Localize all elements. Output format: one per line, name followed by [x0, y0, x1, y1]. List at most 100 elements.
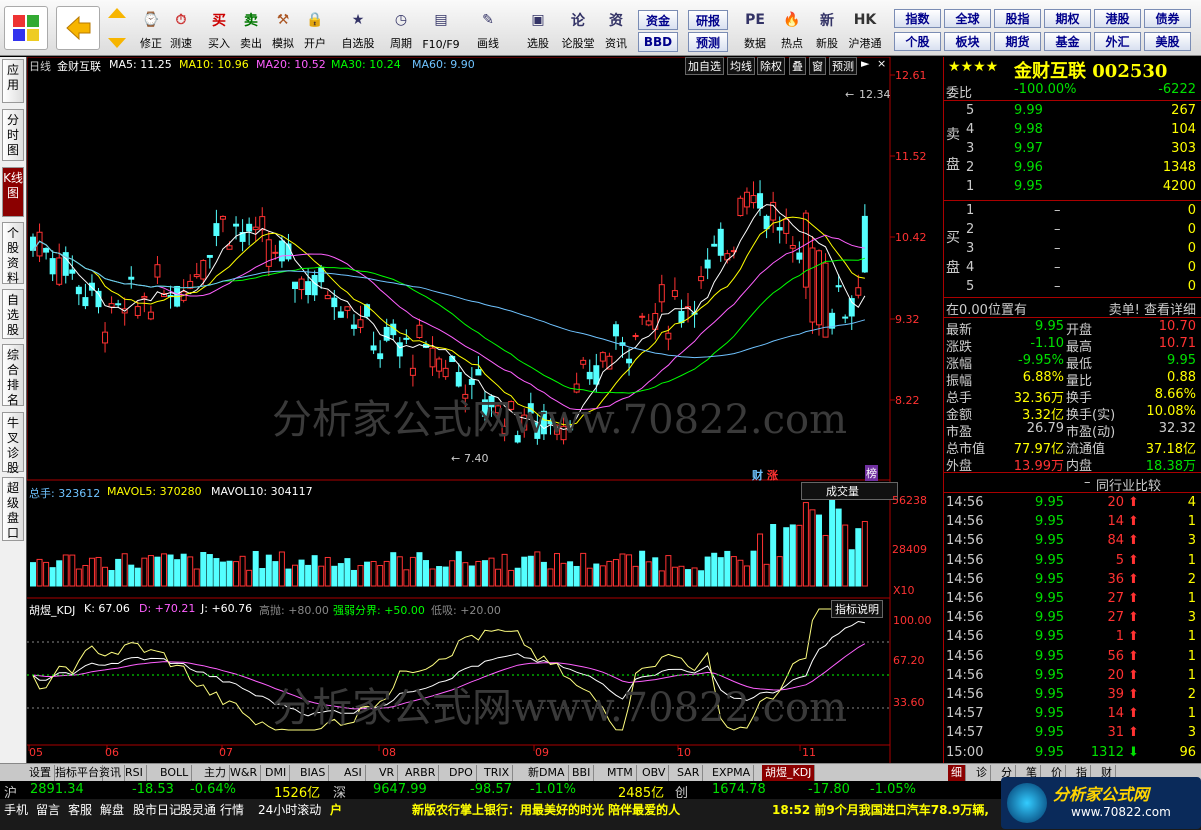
chart-top-btn-2[interactable]: 除权	[757, 57, 785, 75]
mavol5-label: MAVOL5: 370280	[107, 485, 202, 498]
indicator-tab-17[interactable]: OBV	[639, 765, 670, 781]
news-ticker-2[interactable]: 18:52 前9个月我国进口汽车78.9万辆,	[772, 801, 989, 818]
quick-btn-0[interactable]: 指数	[894, 9, 941, 28]
quick-btn-6[interactable]: 个股	[894, 32, 941, 51]
menu-logo-button[interactable]	[4, 6, 48, 50]
back-button[interactable]	[56, 6, 100, 50]
indicator-tab-4[interactable]: BOLL	[157, 765, 193, 781]
indicator-tab-7[interactable]: DMI	[262, 765, 291, 781]
toolbar-btn-3[interactable]: 卖卖出	[236, 4, 266, 54]
indicator-tab-9[interactable]: ASI	[341, 765, 366, 781]
quick-btn-label: 全球	[955, 12, 980, 26]
fund-button[interactable]: 资金	[638, 10, 678, 30]
toolbar-btn-16[interactable]: HK 沪港通	[845, 4, 885, 54]
indicator-tab-12[interactable]: DPO	[446, 765, 477, 781]
quick-btn-1[interactable]: 全球	[944, 9, 991, 28]
side-tab-1[interactable]: 分时图	[2, 109, 24, 161]
toolbar-btn-0[interactable]: ⌚ 修正	[136, 4, 166, 54]
chart-top-btn-1[interactable]: 均线	[727, 57, 755, 75]
indicator-tab-16[interactable]: MTM	[604, 765, 637, 781]
quick-btn-7[interactable]: 板块	[944, 32, 991, 51]
tick-time: 14:56	[946, 629, 984, 645]
toolbar-btn-9[interactable]: ✎ 画线	[468, 4, 508, 54]
tick-volume: 39	[1107, 687, 1124, 702]
status-link-3[interactable]: 解盘	[100, 801, 124, 818]
scroll-updown[interactable]	[106, 6, 128, 50]
news-ticker[interactable]: 新版农行掌上银行：用最美好的时光 陪伴最爱的人	[412, 801, 680, 818]
volume-bar	[573, 565, 580, 587]
quick-btn-4[interactable]: 港股	[1094, 9, 1141, 28]
toolbar-btn-4[interactable]: ⚒ 模拟	[268, 4, 298, 54]
quick-btn-8[interactable]: 期货	[994, 32, 1041, 51]
forecast-button[interactable]: 预测	[688, 32, 728, 52]
status-link-7[interactable]: 24小时滚动	[258, 801, 321, 818]
chart-top-btn-5[interactable]: 预测	[829, 57, 857, 75]
toolbar-btn-2[interactable]: 买买入	[204, 4, 234, 54]
indicator-tab-3[interactable]: RSI	[122, 765, 147, 781]
toolbar-btn-11[interactable]: 论论股堂	[558, 4, 598, 54]
indicator-tab-13[interactable]: TRIX	[481, 765, 514, 781]
research-button[interactable]: 研报	[688, 10, 728, 30]
indicator-tab-20[interactable]: 胡煜_KDJ	[762, 765, 816, 781]
side-tab-5[interactable]: 综合排名	[2, 344, 24, 407]
side-tab-6[interactable]: 牛叉诊股	[2, 412, 24, 475]
toolbar-btn-6[interactable]: ★ 自选股	[336, 4, 380, 54]
indicator-tab-11[interactable]: ARBR	[402, 765, 440, 781]
quick-btn-3[interactable]: 期权	[1044, 9, 1091, 28]
toolbar-btn-1[interactable]: ⏱ 测速	[166, 4, 196, 54]
up-arrow-icon: ⬆	[1128, 571, 1139, 587]
toolbar-btn-8[interactable]: ▤ F10/F9	[421, 4, 461, 54]
toolbar-btn-14[interactable]: 🔥 热点	[776, 4, 808, 54]
indicator-tab-2[interactable]: 资讯	[96, 765, 125, 781]
indicator-tab-14[interactable]: 新DMA	[525, 765, 569, 781]
bbd-button[interactable]: BBD	[638, 32, 678, 52]
indicator-tab-15[interactable]: BBI	[569, 765, 595, 781]
status-link-6[interactable]: 行情	[220, 801, 244, 818]
indicator-tab-19[interactable]: EXPMA	[709, 765, 755, 781]
side-tab-3[interactable]: 个股资料	[2, 222, 24, 285]
divider	[944, 472, 1201, 473]
toolbar-btn-5[interactable]: 🔒 开户	[300, 4, 330, 54]
ma-legend-2: MA20: 10.52	[256, 58, 326, 71]
volume-dropdown[interactable]: 成交量	[801, 482, 898, 500]
status-link-0[interactable]: 手机	[4, 801, 28, 818]
month-label: 10	[677, 746, 691, 759]
side-tab-2[interactable]: K线图	[2, 167, 24, 217]
status-link-2[interactable]: 客服	[68, 801, 92, 818]
status-link-5[interactable]: 股灵通	[180, 801, 216, 818]
chart-top-btn-0[interactable]: 加自选	[685, 57, 724, 75]
detail-link[interactable]: 卖单! 查看详细	[1109, 299, 1196, 318]
indicator-tab-10[interactable]: VR	[376, 765, 399, 781]
toolbar-btn-13[interactable]: PE 数据	[737, 4, 773, 54]
toolbar-btn-7[interactable]: ◷ 周期	[383, 4, 419, 54]
toolbar-btn-10[interactable]: ▣ 选股	[520, 4, 556, 54]
volume-bar	[639, 550, 646, 587]
indicator-tab-8[interactable]: BIAS	[297, 765, 330, 781]
quote-tab-1[interactable]: 诊	[973, 765, 991, 781]
status-link-1[interactable]: 留言	[36, 801, 60, 818]
quick-btn-9[interactable]: 基金	[1044, 32, 1091, 51]
quick-btn-label: 基金	[1055, 35, 1080, 49]
toolbar-btn-12[interactable]: 资资讯	[600, 4, 632, 54]
chart-top-btn-3[interactable]: 叠	[789, 57, 806, 75]
sell-row-1: 4 9.98 104	[944, 121, 1201, 140]
chart-top-btn-4[interactable]: 窗	[809, 57, 826, 75]
indicator-tab-18[interactable]: SAR	[674, 765, 704, 781]
quick-btn-10[interactable]: 外汇	[1094, 32, 1141, 51]
quick-btn-5[interactable]: 债券	[1144, 9, 1191, 28]
quote-tab-0[interactable]: 细	[948, 765, 966, 781]
indicator-tab-0[interactable]: 设置	[26, 765, 55, 781]
indicator-tab-6[interactable]: W&R	[227, 765, 262, 781]
indicator-help-button[interactable]: 指标说明	[831, 600, 883, 618]
side-tab-0[interactable]: 应用	[2, 59, 24, 103]
toolbar-btn-15[interactable]: 新新股	[812, 4, 842, 54]
quick-btn-2[interactable]: 股指	[994, 9, 1041, 28]
status-link-4[interactable]: 股市日记	[133, 801, 181, 818]
candle	[671, 277, 678, 300]
stat-value-2: 9.95	[1167, 353, 1196, 368]
side-tab-4[interactable]: 自选股	[2, 289, 24, 339]
indicator-tab-5[interactable]: 主力	[201, 765, 230, 781]
side-tab-7[interactable]: 超级盘口	[2, 477, 24, 541]
quick-btn-11[interactable]: 美股	[1144, 32, 1191, 51]
tick-count: 4	[1187, 495, 1196, 510]
